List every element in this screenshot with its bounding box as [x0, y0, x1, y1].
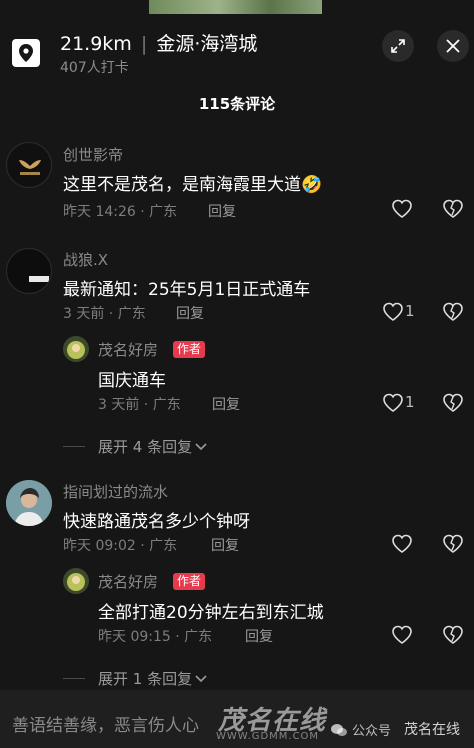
- reply-button[interactable]: 回复: [176, 303, 204, 323]
- comment-username[interactable]: 创世影帝: [63, 144, 123, 165]
- like-heart-icon[interactable]: [389, 197, 415, 221]
- watermark-url: WWW.GDMM.COM: [216, 731, 320, 742]
- location-pin-icon[interactable]: [12, 39, 40, 67]
- chevron-down-icon: [195, 674, 207, 682]
- like-heart-icon[interactable]: [389, 623, 415, 647]
- reply-text: 国庆通车: [98, 371, 166, 391]
- watermark-public-label: 公众号: [352, 724, 392, 739]
- author-badge: 作者: [173, 341, 206, 358]
- reply-button[interactable]: 回复: [211, 535, 239, 555]
- watermark-name: 茂名在线: [404, 722, 460, 738]
- dislike-broken-heart-icon[interactable]: [440, 300, 466, 324]
- like-count: 1: [405, 302, 415, 320]
- close-button[interactable]: [437, 30, 469, 62]
- expand-replies-button[interactable]: 展开 1 条回复: [98, 668, 208, 689]
- close-icon: [446, 39, 460, 53]
- avatar[interactable]: [63, 568, 89, 594]
- reply-username[interactable]: 茂名好房: [98, 571, 158, 592]
- dislike-broken-heart-icon[interactable]: [440, 623, 466, 647]
- location-place: 金源·海湾城: [156, 33, 258, 55]
- comment-meta: 昨天 09:02 · 广东: [63, 538, 178, 554]
- reply-button[interactable]: 回复: [245, 626, 273, 646]
- avatar[interactable]: [6, 142, 52, 188]
- comment-username[interactable]: 战狼.X: [63, 249, 108, 270]
- avatar[interactable]: [6, 248, 52, 294]
- expand-replies-label: 展开 1 条回复: [98, 670, 193, 688]
- location-title[interactable]: 21.9km | 金源·海湾城: [60, 29, 257, 56]
- like-heart-icon[interactable]: [380, 391, 406, 415]
- like-heart-icon[interactable]: [380, 300, 406, 324]
- expand-replies-button[interactable]: 展开 4 条回复: [98, 436, 208, 457]
- dislike-broken-heart-icon[interactable]: [440, 197, 466, 221]
- wechat-icon: [331, 723, 347, 736]
- comment-text: 这里不是茂名，是南海霞里大道🤣: [63, 175, 323, 195]
- reply-button[interactable]: 回复: [208, 201, 236, 221]
- watermark-public-account: 公众号: [330, 720, 391, 739]
- divider: [63, 446, 85, 447]
- comment-text: 快速路通茂名多少个钟呀: [63, 512, 250, 532]
- divider: [63, 678, 85, 679]
- dislike-broken-heart-icon[interactable]: [440, 391, 466, 415]
- expand-button[interactable]: [382, 30, 414, 62]
- dislike-broken-heart-icon[interactable]: [440, 532, 466, 556]
- location-distance: 21.9km: [60, 33, 132, 55]
- location-separator: |: [140, 33, 148, 55]
- video-thumbnail-strip: [149, 0, 322, 14]
- avatar[interactable]: [63, 336, 89, 362]
- comment-count-title: 115条评论: [198, 95, 276, 113]
- like-count: 1: [405, 393, 415, 411]
- chevron-down-icon: [195, 442, 207, 450]
- comment-input[interactable]: 善语结善缘，恶言伤人心: [12, 711, 199, 736]
- comment-meta: 3 天前 · 广东: [63, 306, 146, 322]
- like-heart-icon[interactable]: [389, 532, 415, 556]
- checkin-count: 407人打卡: [60, 60, 129, 76]
- reply-text: 全部打通20分钟左右到东汇城: [98, 603, 324, 623]
- reply-button[interactable]: 回复: [212, 394, 240, 414]
- reply-username[interactable]: 茂名好房: [98, 339, 158, 360]
- author-badge: 作者: [173, 573, 206, 590]
- reply-meta: 3 天前 · 广东: [98, 397, 181, 413]
- reply-meta: 昨天 09:15 · 广东: [98, 629, 213, 645]
- expand-replies-label: 展开 4 条回复: [98, 438, 193, 456]
- comment-text: 最新通知：25年5月1日正式通车: [63, 280, 311, 300]
- comment-username[interactable]: 指间划过的流水: [63, 481, 168, 502]
- comment-meta: 昨天 14:26 · 广东: [63, 204, 178, 220]
- expand-icon: [391, 39, 405, 53]
- avatar[interactable]: [6, 480, 52, 526]
